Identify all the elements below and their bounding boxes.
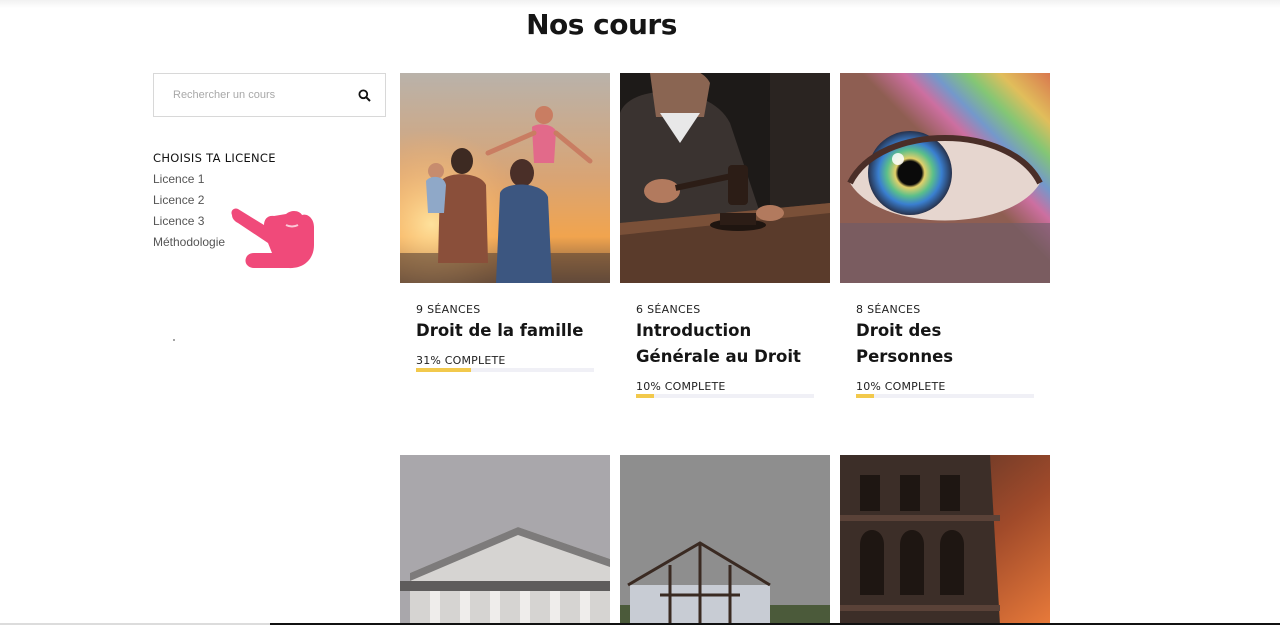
progress-fill bbox=[416, 368, 472, 372]
progress-fill bbox=[636, 394, 654, 398]
course-card[interactable] bbox=[840, 455, 1050, 625]
course-image-colosseum[interactable] bbox=[840, 455, 1050, 625]
filter-item-licence-1[interactable]: Licence 1 bbox=[153, 171, 276, 192]
search-input[interactable] bbox=[154, 89, 344, 101]
search-icon[interactable] bbox=[358, 89, 371, 102]
course-card[interactable]: 9 SÉANCES Droit de la famille 31% COMPLE… bbox=[400, 73, 610, 372]
decorative-dot bbox=[173, 339, 175, 341]
course-image-judge[interactable] bbox=[620, 73, 830, 283]
course-card[interactable] bbox=[400, 455, 610, 625]
course-card[interactable] bbox=[620, 455, 830, 625]
course-title[interactable]: Introduction Générale au Droit bbox=[636, 318, 814, 370]
course-image-house[interactable] bbox=[620, 455, 830, 625]
course-sessions: 8 SÉANCES bbox=[856, 303, 921, 316]
course-card[interactable]: 8 SÉANCES Droit des Personnes 10% COMPLE… bbox=[840, 73, 1050, 398]
course-image-temple[interactable] bbox=[400, 455, 610, 625]
search-box[interactable] bbox=[153, 73, 386, 117]
course-sessions: 9 SÉANCES bbox=[416, 303, 481, 316]
course-image-eye[interactable] bbox=[840, 73, 1050, 283]
course-title[interactable]: Droit des Personnes bbox=[856, 318, 1034, 370]
page-title: Nos cours bbox=[526, 8, 677, 41]
progress-bar bbox=[416, 368, 594, 372]
course-image-family[interactable] bbox=[400, 73, 610, 283]
course-sessions: 6 SÉANCES bbox=[636, 303, 701, 316]
progress-bar bbox=[856, 394, 1034, 398]
course-card[interactable]: 6 SÉANCES Introduction Générale au Droit… bbox=[620, 73, 830, 398]
course-title[interactable]: Droit de la famille bbox=[416, 318, 594, 344]
progress-label: 31% COMPLETE bbox=[416, 354, 506, 367]
progress-bar bbox=[636, 394, 814, 398]
header-shadow bbox=[0, 0, 1280, 8]
progress-label: 10% COMPLETE bbox=[856, 380, 946, 393]
filter-heading: CHOISIS TA LICENCE bbox=[153, 151, 276, 165]
progress-label: 10% COMPLETE bbox=[636, 380, 726, 393]
progress-fill bbox=[856, 394, 874, 398]
pointing-hand-icon bbox=[231, 208, 314, 269]
